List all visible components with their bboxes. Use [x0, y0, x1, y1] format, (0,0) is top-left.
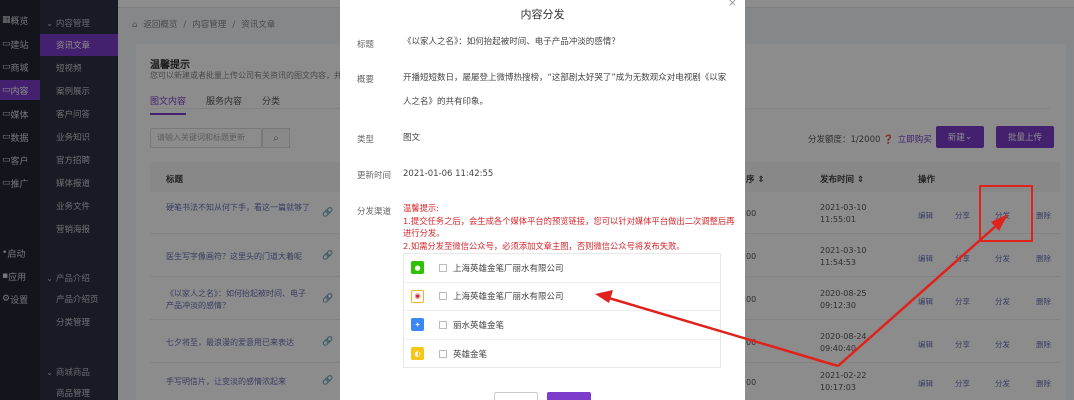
channel-checkbox[interactable]: [439, 320, 447, 329]
type-label: 类型: [357, 135, 375, 145]
channel-row[interactable]: ◐ 英雄金笔: [404, 340, 720, 369]
distribute-modal: × 内容分发 标题 《以家人之名》：如何抬起被时间、电子产品冲淡的感情？ 概要 …: [340, 0, 745, 400]
highlight-box: [979, 185, 1033, 242]
title-label: 标题: [357, 40, 375, 50]
channel-row[interactable]: ◉ 上海英雄金笔厂丽水有限公司: [404, 283, 720, 311]
channel-name: 上海英雄金笔厂丽水有限公司: [453, 263, 564, 274]
warning-text: 温馨提示: 1.提交任务之后，会生成各个媒体平台的预览链接，您可以针对媒体平台做…: [403, 203, 735, 251]
updated-label: 更新时间: [357, 171, 392, 181]
channel-label: 分发渠道: [357, 207, 392, 217]
title-value: 《以家人之名》：如何抬起被时间、电子产品冲淡的感情？: [403, 37, 620, 47]
wechat-icon: ●: [411, 261, 424, 275]
channel-checkbox[interactable]: [439, 349, 447, 358]
channel-checkbox[interactable]: [439, 292, 447, 301]
submit-button[interactable]: [547, 392, 591, 400]
channel-row[interactable]: ✦ 丽水英雄金笔: [404, 311, 720, 340]
channel-name: 英雄金笔: [453, 349, 488, 360]
updated-value: 2021-01-06 11:42:55: [403, 169, 494, 179]
channel-list: ● 上海英雄金笔厂丽水有限公司 ◉ 上海英雄金笔厂丽水有限公司 ✦ 丽水英雄金笔…: [403, 253, 721, 368]
summary-value: 开播短短数日，屡屡登上微博热搜榜，“这部剧太好哭了”成为无数观众对电视剧《以家人…: [403, 73, 727, 107]
channel-name: 上海英雄金笔厂丽水有限公司: [453, 292, 564, 303]
cancel-button[interactable]: [494, 392, 538, 400]
toutiao-icon: ◐: [411, 347, 424, 361]
summary-label: 概要: [357, 75, 375, 85]
type-value: 图文: [403, 133, 421, 143]
channel-row[interactable]: ● 上海英雄金笔厂丽水有限公司: [404, 254, 720, 283]
channel-checkbox[interactable]: [439, 263, 447, 272]
modal-title: 内容分发: [520, 8, 565, 21]
channel-name: 丽水英雄金笔: [453, 320, 505, 331]
baidu-icon: ✦: [411, 318, 424, 332]
weibo-icon: ◉: [411, 289, 424, 303]
